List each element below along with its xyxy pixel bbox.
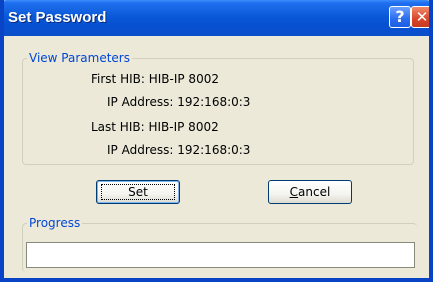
window-title: Set Password: [8, 9, 107, 26]
close-icon[interactable]: ✕: [411, 6, 429, 28]
cancel-button-label: Cancel: [289, 184, 331, 199]
help-icon[interactable]: ?: [389, 6, 411, 28]
last-hib-label: Last HIB: HIB-IP 8002: [91, 120, 219, 134]
first-hib-label: First HIB: HIB-IP 8002: [91, 72, 219, 86]
cancel-button[interactable]: Cancel: [268, 180, 352, 204]
help-glyph: ?: [395, 7, 405, 26]
close-glyph: ✕: [415, 8, 429, 26]
progress-legend: Progress: [29, 216, 81, 230]
title-bar[interactable]: Set Password ? ✕: [4, 0, 429, 36]
last-ip-label: IP Address: 192:168:0:3: [107, 143, 251, 157]
set-button[interactable]: Set: [96, 180, 180, 204]
view-parameters-legend: View Parameters: [29, 51, 130, 65]
focus-rectangle: [101, 184, 175, 200]
first-ip-label: IP Address: 192:168:0:3: [107, 95, 251, 109]
progress-bar: [26, 242, 415, 268]
